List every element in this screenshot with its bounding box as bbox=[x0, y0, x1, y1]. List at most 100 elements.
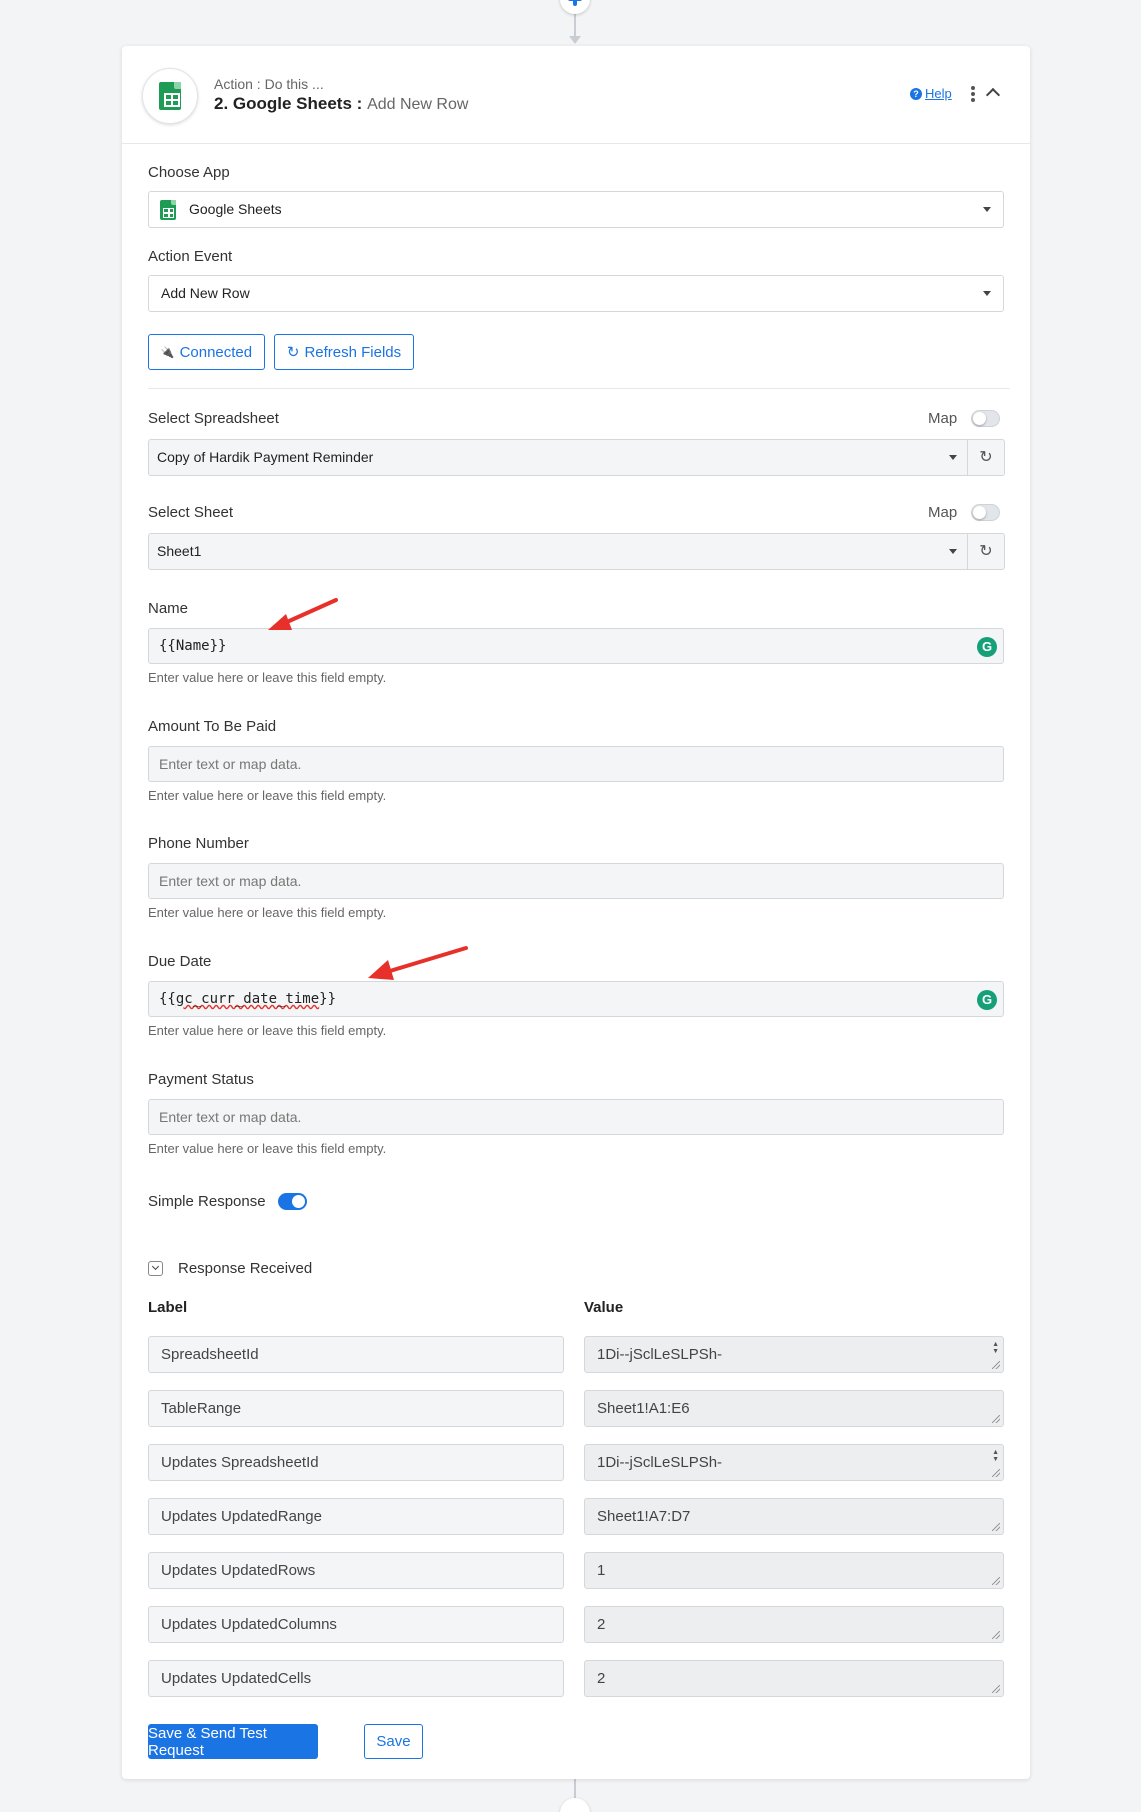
step-app-name: 2. Google Sheets bbox=[214, 94, 352, 113]
response-value-text: Sheet1!A1:E6 bbox=[597, 1400, 690, 1417]
connector-line-bottom bbox=[574, 1779, 576, 1799]
response-value-text: 1 bbox=[597, 1562, 606, 1579]
select-spreadsheet-label: Select Spreadsheet bbox=[148, 410, 279, 427]
caret-down-icon bbox=[983, 207, 991, 212]
spreadsheet-map-toggle[interactable] bbox=[971, 410, 1000, 427]
spreadsheet-value: Copy of Hardik Payment Reminder bbox=[157, 449, 374, 465]
help-label: Help bbox=[925, 86, 952, 101]
name-input-value: {{Name}} bbox=[159, 638, 227, 654]
response-value-text: 2 bbox=[597, 1670, 606, 1687]
refresh-icon: ↻ bbox=[979, 543, 993, 560]
choose-app-label: Choose App bbox=[148, 164, 230, 181]
spreadsheet-map-label: Map bbox=[928, 410, 958, 427]
sheet-map-toggle[interactable] bbox=[971, 504, 1000, 521]
response-row-label: Updates UpdatedColumns bbox=[148, 1606, 564, 1643]
caret-down-icon bbox=[949, 455, 957, 460]
question-circle-icon: ? bbox=[910, 87, 922, 100]
google-sheets-icon bbox=[159, 82, 181, 110]
add-step-plus-icon[interactable] bbox=[560, 0, 590, 14]
response-row-value[interactable]: 2 bbox=[584, 1660, 1004, 1697]
response-row-label: TableRange bbox=[148, 1390, 564, 1427]
response-row-value[interactable]: Sheet1!A1:E6 bbox=[584, 1390, 1004, 1427]
resize-grip-icon[interactable] bbox=[992, 1523, 1000, 1531]
due-date-hint: Enter value here or leave this field emp… bbox=[148, 1023, 387, 1038]
add-step-button-bottom[interactable] bbox=[560, 1798, 590, 1812]
payment-status-placeholder: Enter text or map data. bbox=[159, 1109, 302, 1125]
select-sheet-label: Select Sheet bbox=[148, 504, 234, 521]
title-separator: : bbox=[351, 94, 363, 113]
app-logo bbox=[142, 68, 198, 124]
step-subtitle: Action : Do this ... bbox=[214, 76, 324, 92]
grammarly-icon[interactable]: G bbox=[977, 637, 997, 657]
response-row-label: SpreadsheetId bbox=[148, 1336, 564, 1373]
spinner-arrows-icon: ▲ ▼ bbox=[992, 1449, 999, 1463]
response-col-label: Label bbox=[148, 1299, 188, 1316]
name-field-label: Name bbox=[148, 600, 189, 617]
chevron-down-icon bbox=[151, 1262, 160, 1271]
spinner-arrows-icon: ▲ ▼ bbox=[992, 1341, 999, 1355]
save-send-test-button[interactable]: Save & Send Test Request bbox=[148, 1724, 318, 1759]
action-event-value: Add New Row bbox=[161, 285, 250, 301]
amount-input[interactable]: Enter text or map data. bbox=[148, 746, 1004, 782]
refresh-icon: ↻ bbox=[286, 344, 300, 361]
response-row-label: Updates UpdatedRows bbox=[148, 1552, 564, 1589]
spreadsheet-refresh-button[interactable]: ↻ bbox=[968, 439, 1005, 476]
due-date-suffix: }} bbox=[319, 991, 337, 1007]
resize-grip-icon[interactable] bbox=[992, 1577, 1000, 1585]
help-link[interactable]: ? Help bbox=[910, 86, 952, 101]
response-row-value[interactable]: 1 bbox=[584, 1552, 1004, 1589]
amount-field-label: Amount To Be Paid bbox=[148, 718, 277, 735]
simple-response-toggle[interactable] bbox=[278, 1193, 307, 1210]
response-value-text: 1Di--jSclLeSLPSh- bbox=[597, 1454, 723, 1471]
response-row-value[interactable]: Sheet1!A7:D7 bbox=[584, 1498, 1004, 1535]
sheet-map-label: Map bbox=[928, 504, 958, 521]
annotation-arrow-icon bbox=[368, 946, 468, 980]
spreadsheet-select[interactable]: Copy of Hardik Payment Reminder bbox=[148, 439, 968, 476]
due-date-input[interactable]: {{gc_curr_date_time}} G bbox=[148, 981, 1004, 1017]
step-title: 2. Google Sheets : Add New Row bbox=[214, 94, 468, 114]
payment-status-input[interactable]: Enter text or map data. bbox=[148, 1099, 1004, 1135]
response-row-value[interactable]: 2 bbox=[584, 1606, 1004, 1643]
save-button[interactable]: Save bbox=[364, 1724, 423, 1759]
refresh-fields-button[interactable]: ↻ Refresh Fields bbox=[274, 334, 414, 370]
due-date-field-label: Due Date bbox=[148, 953, 212, 970]
grammarly-icon[interactable]: G bbox=[977, 990, 997, 1010]
action-step-card: Action : Do this ... 2. Google Sheets : … bbox=[122, 46, 1030, 1779]
name-hint: Enter value here or leave this field emp… bbox=[148, 670, 387, 685]
response-row-value[interactable]: 1Di--jSclLeSLPSh- ▲ ▼ bbox=[584, 1336, 1004, 1373]
chevron-up-icon[interactable] bbox=[985, 87, 1001, 103]
resize-grip-icon[interactable] bbox=[992, 1631, 1000, 1639]
phone-field-label: Phone Number bbox=[148, 835, 249, 852]
phone-input-placeholder: Enter text or map data. bbox=[159, 873, 302, 889]
refresh-icon: ↻ bbox=[979, 449, 993, 466]
response-row-value[interactable]: 1Di--jSclLeSLPSh- ▲ ▼ bbox=[584, 1444, 1004, 1481]
phone-hint: Enter value here or leave this field emp… bbox=[148, 905, 387, 920]
response-row-label: Updates UpdatedCells bbox=[148, 1660, 564, 1697]
response-received-title: Response Received bbox=[178, 1260, 313, 1277]
due-date-token: gc_curr_date_time bbox=[175, 991, 320, 1007]
resize-grip-icon[interactable] bbox=[992, 1469, 1000, 1477]
response-col-value: Value bbox=[584, 1299, 624, 1316]
google-sheets-icon bbox=[160, 200, 176, 220]
response-value-text: Sheet1!A7:D7 bbox=[597, 1508, 691, 1525]
connected-label: Connected bbox=[179, 343, 253, 361]
sheet-refresh-button[interactable]: ↻ bbox=[968, 533, 1005, 570]
action-event-select[interactable]: Add New Row bbox=[148, 275, 1004, 312]
resize-grip-icon[interactable] bbox=[992, 1361, 1000, 1369]
phone-input[interactable]: Enter text or map data. bbox=[148, 863, 1004, 899]
plug-icon: 🔌 bbox=[160, 346, 175, 359]
connected-button[interactable]: 🔌 Connected bbox=[148, 334, 265, 370]
sheet-value: Sheet1 bbox=[157, 543, 202, 559]
resize-grip-icon[interactable] bbox=[992, 1415, 1000, 1423]
response-collapse-toggle[interactable] bbox=[148, 1261, 163, 1276]
amount-input-placeholder: Enter text or map data. bbox=[159, 756, 302, 772]
payment-status-hint: Enter value here or leave this field emp… bbox=[148, 1141, 387, 1156]
annotation-arrow-icon bbox=[268, 598, 338, 630]
response-row-label: Updates SpreadsheetId bbox=[148, 1444, 564, 1481]
response-row-label: Updates UpdatedRange bbox=[148, 1498, 564, 1535]
resize-grip-icon[interactable] bbox=[992, 1685, 1000, 1693]
sheet-select[interactable]: Sheet1 bbox=[148, 533, 968, 570]
choose-app-select[interactable]: Google Sheets bbox=[148, 191, 1004, 228]
choose-app-value: Google Sheets bbox=[189, 201, 282, 217]
more-options-icon[interactable] bbox=[971, 86, 975, 102]
